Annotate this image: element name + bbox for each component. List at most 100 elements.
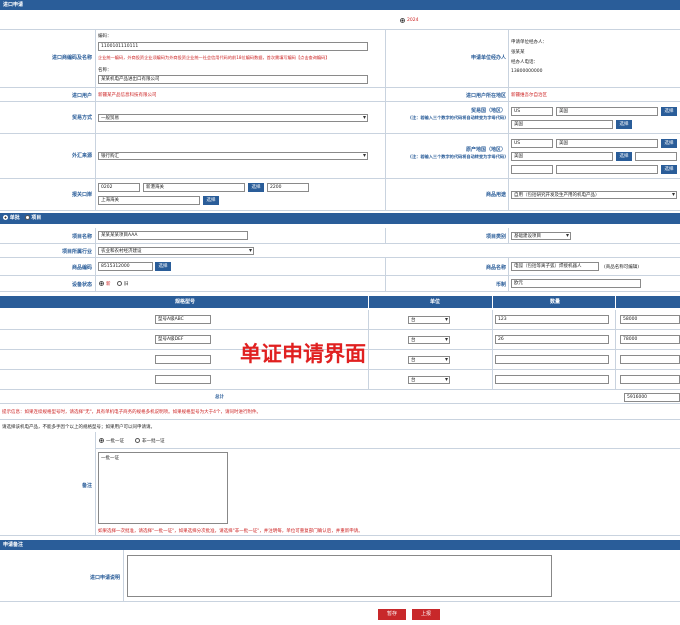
year-radio[interactable] [400, 18, 405, 23]
row-qty-input[interactable]: 123 [495, 315, 609, 324]
trade-country-label: 贸易国（地区） [470, 108, 506, 114]
application-note-label: 进口申请说明 [89, 575, 120, 581]
trade-country2-select-button[interactable]: 选择 [616, 120, 632, 129]
port2-code[interactable]: 2200 [267, 183, 309, 192]
table-note: 提示信息：如果连续规格型号时，请选择"无"，具有单机电子商务的规格多机说明项。如… [2, 410, 261, 415]
origin1-code[interactable]: US [511, 139, 553, 148]
row-qty-input[interactable]: 26 [495, 335, 609, 344]
origin2-name[interactable]: 美国 [511, 152, 613, 161]
goods-table-header: 规格型号 单位 数量 [0, 296, 680, 308]
row-unit-select[interactable]: 台 [408, 356, 450, 364]
project-name-input[interactable]: 某某某某项目AAA [98, 231, 248, 240]
port1-select-button[interactable]: 选择 [248, 183, 264, 192]
submit-button[interactable]: 上报 [412, 609, 440, 620]
row-unit-select[interactable]: 台 [408, 336, 450, 344]
remarks-opt1-radio[interactable] [99, 438, 104, 443]
trade-country1-select-button[interactable]: 选择 [661, 107, 677, 116]
trade-country-hint: (注：若输入三个数字的代码将自动转变为字母代码) [410, 115, 506, 120]
state-new-radio[interactable] [99, 281, 104, 286]
row-unit-select[interactable]: 台 [408, 376, 450, 384]
project-row: 项目名称 某某某某项目AAA 项目类别 基础建设项目 [0, 228, 680, 244]
origin2-select-button[interactable]: 选择 [616, 152, 632, 161]
importer-name-label: 名称： [98, 68, 112, 73]
remarks-row: 一批一证 非一批一证 备注 一批一证 如果选择一次批准，请选择"一批一证"，如果… [0, 432, 680, 536]
application-note-row: 进口申请说明 [0, 550, 680, 602]
industry-row: 项目所属行业 农业和农村经济建设 [0, 244, 680, 258]
state-label: 设备状态 [71, 282, 92, 288]
origin1-name[interactable]: 美国 [556, 139, 658, 148]
import-region-value: 新疆维吾尔自治区 [511, 93, 547, 98]
col-unit-header: 单位 [430, 299, 441, 305]
trade-country2-name[interactable]: 美国 [511, 120, 613, 129]
row-unit-select[interactable]: 台 [408, 316, 450, 324]
total-row: 总计 5916000 [0, 390, 680, 404]
mode-single-label: 单批 [9, 215, 20, 221]
row-amount-input[interactable] [620, 375, 680, 384]
trade-country1-code[interactable]: US [511, 107, 553, 116]
importer-name-input[interactable]: 某某机电产品进出口有限公司 [98, 75, 368, 84]
trade-row: 贸易方式 一般贸易 贸易国（地区） (注：若输入三个数字的代码将自动转变为字母代… [0, 102, 680, 134]
goods-code-label: 商品编码 [71, 265, 92, 271]
mode-project-label: 项目 [31, 215, 42, 221]
origin2-extra[interactable] [635, 152, 677, 161]
project-cat-select[interactable]: 基础建设项目 [511, 232, 571, 240]
importer-code-label: 编码： [98, 34, 112, 39]
year-value: 2024 [407, 18, 419, 23]
importer-code-input[interactable]: 1100101110111 [98, 42, 368, 51]
application-note-textarea[interactable] [127, 555, 552, 597]
state-new-label: 新 [106, 282, 111, 287]
applicant-line3: 经办人电话： [511, 60, 538, 65]
remarks-intro-row: 请选择该机电产品，不能多手因个以上的规格型号；如果用户可以同申请请。 [0, 420, 680, 432]
origin3-select-button[interactable]: 选择 [661, 165, 677, 174]
total-input[interactable]: 5916000 [624, 393, 680, 402]
goods-row: 商品编码 8515312000 选择 商品名称 电弧（包括等离子弧）焊接机器人 … [0, 258, 680, 276]
currency-label: 币制 [495, 282, 506, 288]
col-model-header: 规格型号 [175, 299, 196, 305]
remarks-opt1-label: 一批一证 [106, 439, 124, 444]
save-button[interactable]: 暂存 [378, 609, 406, 620]
row-amount-input[interactable] [620, 355, 680, 364]
origin1-select-button[interactable]: 选择 [661, 139, 677, 148]
applicant-line4: 13800000000 [511, 69, 543, 74]
import-user-value: 新疆某产品信息科技有限公司 [98, 93, 157, 98]
goods-name-input[interactable]: 电弧（包括等离子弧）焊接机器人 [511, 262, 599, 271]
trade-select[interactable]: 一般贸易 [98, 114, 368, 122]
port1-code[interactable]: 0202 [98, 183, 140, 192]
row-model-input[interactable] [155, 375, 211, 384]
importer-note: 企业统一编码，外商投资企业须编码为外商投资企业统一社会信用代码的前18位编码数据… [98, 55, 330, 60]
row-qty-input[interactable] [495, 375, 609, 384]
trade-country1-name[interactable]: 美国 [556, 107, 658, 116]
goods-code-select-button[interactable]: 选择 [155, 262, 171, 271]
port3-select-button[interactable]: 选择 [203, 196, 219, 205]
fx-select[interactable]: 银行购汇 [98, 152, 368, 160]
port3-name[interactable]: 上海海关 [98, 196, 200, 205]
row-qty-input[interactable] [495, 355, 609, 364]
row-model-input[interactable]: 型号A级ABC [155, 315, 211, 324]
origin-hint: (注：若输入三个数字的代码将自动转变为字母代码) [410, 154, 506, 159]
industry-select[interactable]: 农业和农村经济建设 [98, 247, 254, 255]
goods-use-select[interactable]: 自用（包括研究开发及生产用的机电产品） [511, 191, 677, 199]
remarks-textarea[interactable]: 一批一证 [98, 452, 228, 524]
currency-input[interactable]: 欧元 [511, 279, 641, 288]
row-model-input[interactable] [155, 355, 211, 364]
remarks-label: 备注 [81, 483, 92, 489]
origin3-code[interactable] [511, 165, 553, 174]
origin-label: 原产地国（地区） [465, 147, 506, 153]
row-amount-input[interactable]: 58000 [620, 315, 680, 324]
goods-code-input[interactable]: 8515312000 [98, 262, 153, 271]
mode-project-radio[interactable] [24, 215, 30, 220]
state-old-radio[interactable] [117, 281, 122, 286]
row-amount-input[interactable]: 78000 [620, 335, 680, 344]
import-user-label: 进口用户 [71, 93, 92, 99]
total-label: 总计 [215, 395, 224, 400]
fx-label: 外汇来源 [71, 153, 92, 159]
mode-bar: 单批 项目 [0, 213, 680, 224]
table-note-row: 提示信息：如果连续规格型号时，请选择"无"，具有单机电子商务的规格多机说明项。如… [0, 404, 680, 420]
project-name-label: 项目名称 [71, 234, 92, 240]
row-model-input[interactable]: 型号A级DEF [155, 335, 211, 344]
remarks-opt2-radio[interactable] [135, 438, 140, 443]
origin3-name[interactable] [556, 165, 658, 174]
port1-name[interactable]: 新港海关 [143, 183, 245, 192]
mode-single-radio[interactable] [3, 215, 8, 220]
state-row: 设备状态 新 旧 币制 欧元 [0, 276, 680, 292]
